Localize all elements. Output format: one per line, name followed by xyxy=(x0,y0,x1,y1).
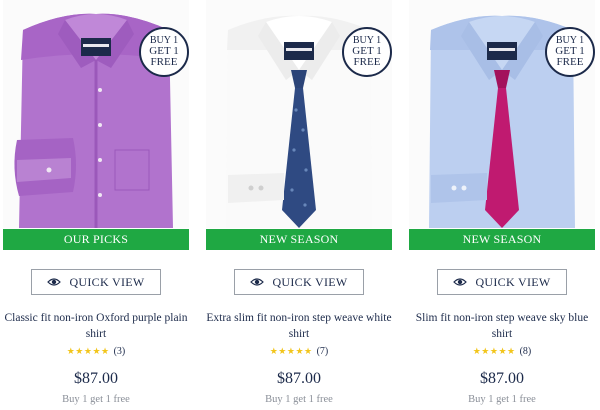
quick-view-button[interactable]: QUICK VIEW xyxy=(437,269,567,295)
product-card: BUY 1 GET 1 FREE NEW SEASON QUICK VIEW E… xyxy=(206,0,392,410)
product-card: BUY 1 GET 1 FREE NEW SEASON QUICK VIEW S… xyxy=(409,0,595,410)
star-rating-icon: ★★★★★ xyxy=(66,346,110,356)
quick-view-label: QUICK VIEW xyxy=(272,274,348,289)
product-name[interactable]: Classic fit non-iron Oxford purple plain… xyxy=(3,310,189,342)
product-grid: BUY 1 GET 1 FREE OUR PICKS QUICK VIEW Cl… xyxy=(0,0,600,410)
quick-view-button[interactable]: QUICK VIEW xyxy=(31,269,161,295)
eye-icon xyxy=(47,278,62,286)
product-price: $87.00 xyxy=(74,370,118,387)
quick-view-label: QUICK VIEW xyxy=(69,274,145,289)
badge-line: FREE xyxy=(556,56,584,69)
product-rating: ★★★★★ (3) xyxy=(3,346,189,357)
product-name[interactable]: Slim fit non-iron step weave sky blue sh… xyxy=(409,310,595,342)
product-rating: ★★★★★ (7) xyxy=(206,346,392,357)
quick-view-label: QUICK VIEW xyxy=(475,274,551,289)
product-rating: ★★★★★ (8) xyxy=(409,346,595,357)
ribbon-label: OUR PICKS xyxy=(3,229,189,250)
product-price: $87.00 xyxy=(277,370,321,387)
badge-line: FREE xyxy=(353,56,381,69)
product-image[interactable]: BUY 1 GET 1 FREE xyxy=(409,0,595,228)
promo-badge: BUY 1 GET 1 FREE xyxy=(139,27,189,77)
review-count: (7) xyxy=(316,346,329,357)
product-price: $87.00 xyxy=(480,370,524,387)
ribbon-label: NEW SEASON xyxy=(206,229,392,250)
quick-view-button[interactable]: QUICK VIEW xyxy=(234,269,364,295)
star-rating-icon: ★★★★★ xyxy=(472,346,516,356)
product-name[interactable]: Extra slim fit non-iron step weave white… xyxy=(206,310,392,342)
promo-text: Buy 1 get 1 free xyxy=(265,394,333,405)
star-rating-icon: ★★★★★ xyxy=(269,346,313,356)
promo-text: Buy 1 get 1 free xyxy=(62,394,130,405)
eye-icon xyxy=(250,278,265,286)
ribbon-label: NEW SEASON xyxy=(409,229,595,250)
promo-badge: BUY 1 GET 1 FREE xyxy=(342,27,392,77)
product-image[interactable]: BUY 1 GET 1 FREE xyxy=(206,0,392,228)
product-image[interactable]: BUY 1 GET 1 FREE xyxy=(3,0,189,228)
promo-text: Buy 1 get 1 free xyxy=(468,394,536,405)
product-card: BUY 1 GET 1 FREE OUR PICKS QUICK VIEW Cl… xyxy=(3,0,189,410)
review-count: (3) xyxy=(113,346,126,357)
review-count: (8) xyxy=(519,346,532,357)
eye-icon xyxy=(453,278,468,286)
badge-line: FREE xyxy=(150,56,178,69)
promo-badge: BUY 1 GET 1 FREE xyxy=(545,27,595,77)
